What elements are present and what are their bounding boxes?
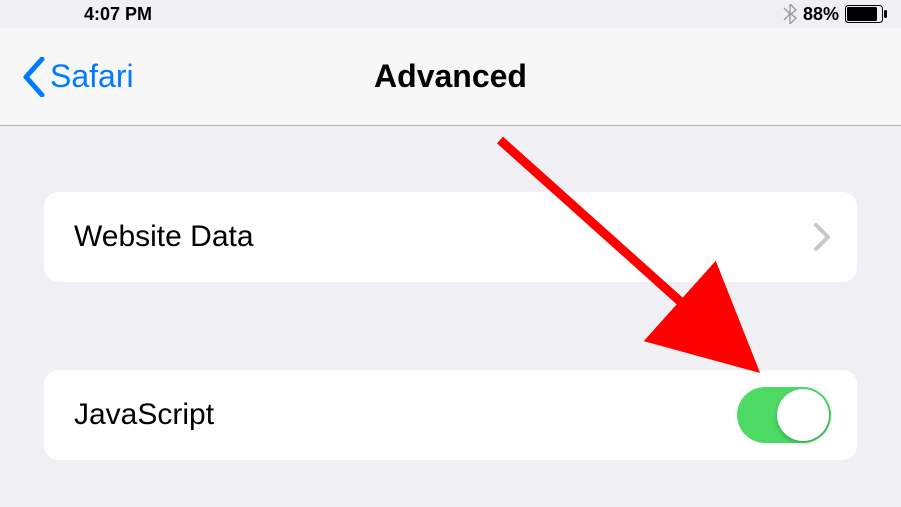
chevron-left-icon [22,57,46,97]
battery-icon [845,5,887,23]
back-button[interactable]: Safari [22,57,134,97]
chevron-right-icon [813,222,831,252]
bluetooth-icon [783,4,797,24]
page-title: Advanced [0,58,901,95]
toggle-knob [777,389,829,441]
status-time: 4:07 PM [84,4,152,25]
javascript-toggle[interactable] [737,387,831,443]
row-label: JavaScript [74,398,214,432]
nav-bar: Safari Advanced [0,28,901,126]
status-battery-pct: 88% [803,4,839,25]
row-javascript: JavaScript [44,370,857,460]
row-website-data[interactable]: Website Data [44,192,857,282]
status-bar: 4:07 PM 88% [0,0,901,28]
row-label: Website Data [74,220,254,254]
back-label: Safari [50,58,134,95]
